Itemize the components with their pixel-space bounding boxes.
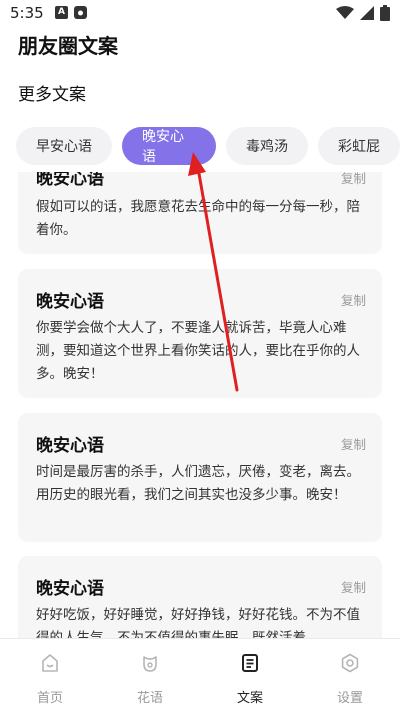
app-a-icon: A	[55, 6, 68, 19]
nav-label: 文案	[236, 691, 263, 706]
quote-card: 晚安心语 复制 时间是最厉害的杀手，人们遗忘，厌倦，变老，离去。用历史的眼光看，…	[18, 413, 382, 542]
tab-goodnight[interactable]: 晚安心语	[122, 127, 216, 165]
copy-button[interactable]: 复制	[341, 577, 366, 596]
card-title: 晚安心语	[36, 579, 104, 599]
quote-card: 晚安心语 复制 你要学会做个大人了，不要逢人就诉苦，毕竟人心难测，要知道这个世界…	[18, 269, 382, 398]
card-title: 晚安心语	[36, 172, 104, 189]
copy-button[interactable]: 复制	[341, 434, 366, 453]
quote-card: 晚安心语 复制 好好吃饭，好好睡觉，好好挣钱，好好花钱。不为不值得的人生气，不为…	[18, 556, 382, 638]
nav-label: 设置	[336, 691, 363, 706]
nav-document[interactable]: 文案	[200, 639, 300, 712]
card-body: 假如可以的话，我愿意花去生命中的每一分每一秒，陪着你。	[36, 199, 360, 238]
card-body: 好好吃饭，好好睡觉，好好挣钱，好好花钱。不为不值得的人生气，不为不值得的事失眠，…	[36, 607, 360, 638]
section-title: 更多文案	[18, 85, 86, 105]
copy-button[interactable]: 复制	[341, 172, 366, 187]
page-title: 朋友圈文案	[18, 34, 118, 58]
settings-icon	[341, 653, 359, 673]
nav-home[interactable]: 首页	[0, 639, 100, 712]
system-icons	[336, 5, 390, 21]
flower-icon	[143, 656, 157, 672]
notification-icons: A	[55, 6, 87, 19]
card-body: 你要学会做个大人了，不要逢人就诉苦，毕竟人心难测，要知道这个世界上看你笑话的人，…	[36, 320, 360, 382]
quote-list[interactable]: 晚安心语 复制 假如可以的话，我愿意花去生命中的每一分每一秒，陪着你。 晚安心语…	[18, 172, 382, 638]
category-tabs: 早安心语 晚安心语 毒鸡汤 彩虹屁	[16, 127, 400, 167]
nav-flower[interactable]: 花语	[100, 639, 200, 712]
tab-rainbow[interactable]: 彩虹屁	[318, 127, 400, 165]
document-icon	[242, 654, 258, 672]
nav-label: 首页	[36, 691, 63, 706]
card-title: 晚安心语	[36, 436, 104, 456]
card-title: 晚安心语	[36, 292, 104, 312]
quote-card: 晚安心语 复制 假如可以的话，我愿意花去生命中的每一分每一秒，陪着你。	[18, 172, 382, 254]
signal-icon	[360, 6, 374, 20]
nav-settings[interactable]: 设置	[300, 639, 400, 712]
wifi-icon	[336, 6, 354, 19]
home-icon	[42, 654, 58, 672]
status-time: 5:35	[10, 4, 44, 22]
status-bar: 5:35 A	[0, 0, 400, 28]
copy-button[interactable]: 复制	[341, 290, 366, 309]
tab-morning[interactable]: 早安心语	[16, 127, 112, 165]
tab-poison-soup[interactable]: 毒鸡汤	[226, 127, 308, 165]
card-body: 时间是最厉害的杀手，人们遗忘，厌倦，变老，离去。用历史的眼光看，我们之间其实也没…	[36, 464, 360, 503]
bottom-nav: 首页 花语 文案 设置	[0, 638, 400, 712]
nav-label: 花语	[136, 691, 163, 706]
battery-icon	[380, 5, 390, 21]
shield-icon	[74, 6, 87, 19]
